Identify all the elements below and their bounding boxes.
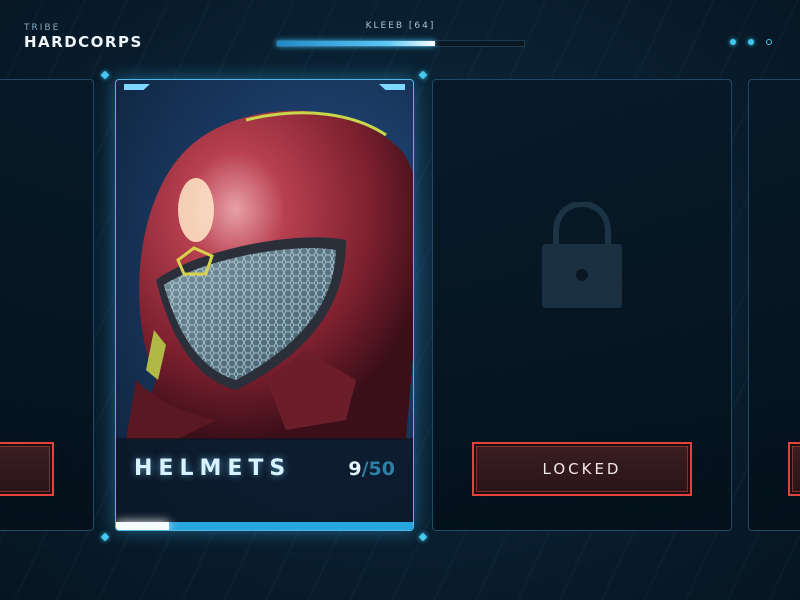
frame-diamond	[418, 532, 428, 542]
page-indicator[interactable]	[730, 39, 772, 45]
tribe-title: HARDCORPS	[24, 33, 143, 51]
page-dot-3[interactable]	[766, 39, 772, 45]
helmet-art	[126, 110, 413, 440]
card-title: HELMETS	[134, 456, 292, 481]
card-count: 9/50	[348, 458, 395, 480]
player-xp: KLEEB [64]	[276, 20, 525, 47]
count-current: 9	[348, 458, 362, 480]
xp-bar-fill	[277, 41, 436, 46]
card-footer: HELMETS 9/50	[116, 438, 413, 522]
tribe-eyebrow: TRIBE	[24, 23, 61, 33]
card-progress-bar	[116, 522, 413, 530]
padlock-icon	[542, 202, 622, 308]
card-progress-fill	[116, 522, 170, 530]
page-dot-2[interactable]	[748, 39, 754, 45]
xp-bar	[276, 40, 525, 47]
count-separator: /	[361, 458, 369, 480]
card-next-button[interactable]	[788, 442, 800, 496]
count-max: 50	[368, 458, 395, 480]
tribe-brand: TRIBE HARDCORPS	[24, 23, 143, 51]
locked-button[interactable]: LOCKED	[472, 442, 692, 496]
player-name: KLEEB [64]	[365, 21, 436, 31]
collection-screen: TRIBE HARDCORPS KLEEB [64] HELMETS 9/50 …	[0, 0, 800, 600]
frame-diamond	[100, 532, 110, 542]
page-dot-1[interactable]	[730, 39, 736, 45]
frame-diamond	[418, 70, 428, 80]
frame-diamond	[100, 70, 110, 80]
card-helmets[interactable]: HELMETS 9/50	[115, 79, 414, 531]
card-previous-button[interactable]	[0, 442, 54, 496]
